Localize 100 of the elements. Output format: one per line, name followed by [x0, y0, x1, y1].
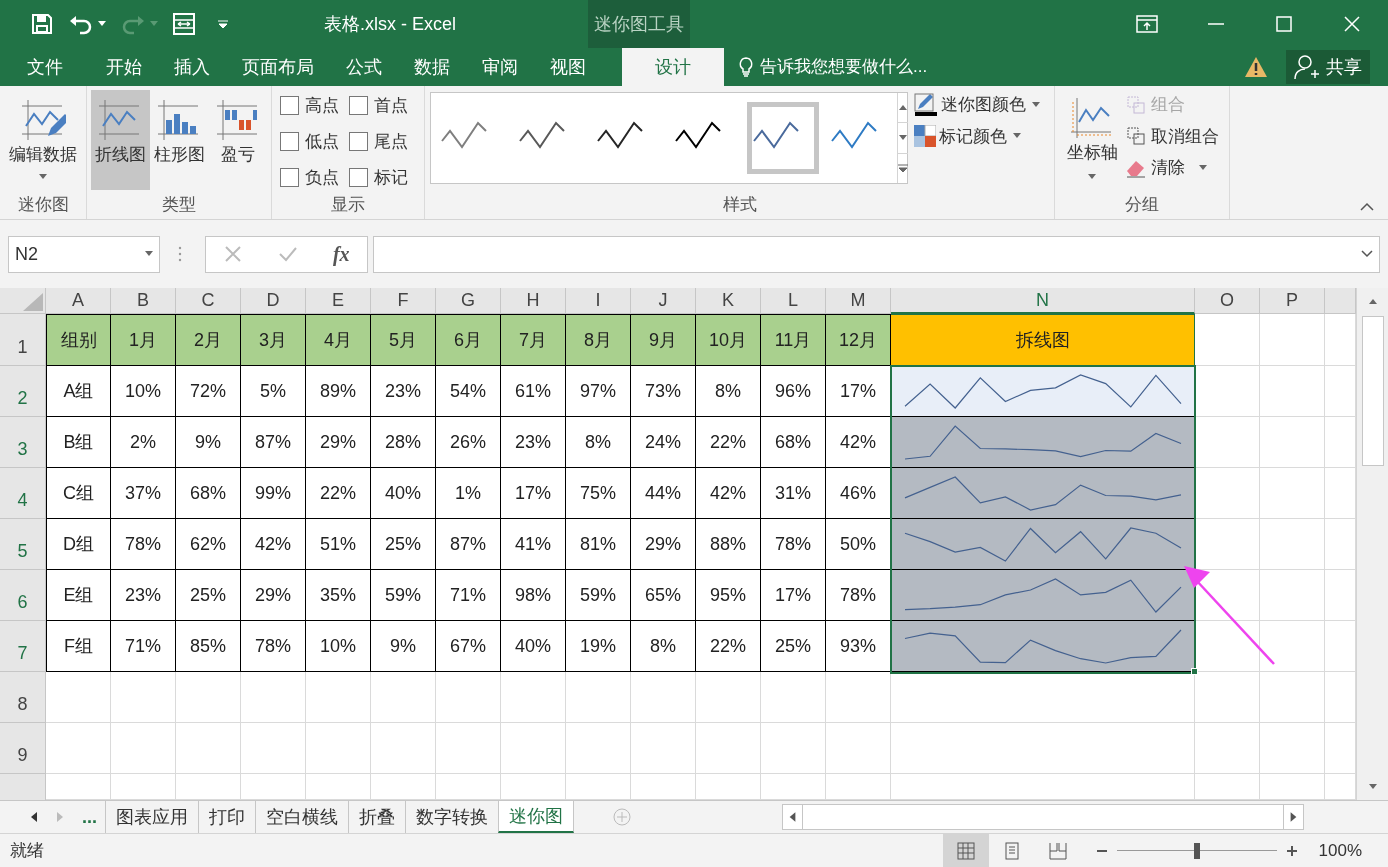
empty-cell[interactable]: [241, 672, 306, 723]
horizontal-scrollbar[interactable]: [782, 804, 1304, 830]
column-header[interactable]: G: [436, 288, 501, 314]
empty-cell[interactable]: [891, 723, 1195, 774]
empty-cell[interactable]: [1260, 417, 1325, 468]
redo-icon[interactable]: [120, 13, 146, 35]
show-checkbox[interactable]: 首点: [349, 92, 408, 119]
row-header[interactable]: 8: [0, 672, 46, 723]
empty-cell[interactable]: [891, 672, 1195, 723]
column-header[interactable]: [1325, 288, 1356, 314]
empty-cell[interactable]: [1260, 519, 1325, 570]
row-header[interactable]: 4: [0, 468, 46, 519]
column-header[interactable]: I: [566, 288, 631, 314]
column-header[interactable]: J: [631, 288, 696, 314]
scrollbar-thumb[interactable]: [1361, 316, 1384, 466]
row-header[interactable]: 2: [0, 366, 46, 417]
empty-cell[interactable]: [826, 672, 891, 723]
view-button[interactable]: [942, 834, 989, 867]
ribbon-tab[interactable]: 开始: [90, 48, 158, 86]
column-header[interactable]: O: [1195, 288, 1260, 314]
ribbon-display-icon[interactable]: [1136, 14, 1158, 34]
empty-cell[interactable]: [436, 672, 501, 723]
empty-cell[interactable]: [306, 672, 371, 723]
empty-cell[interactable]: [631, 672, 696, 723]
customize-caret-icon[interactable]: [218, 19, 228, 29]
empty-cell[interactable]: [501, 672, 566, 723]
empty-cell[interactable]: [371, 672, 436, 723]
empty-cell[interactable]: [1195, 723, 1260, 774]
ribbon-tab[interactable]: 设计: [622, 48, 724, 86]
column-header[interactable]: B: [111, 288, 176, 314]
zoom-in-icon[interactable]: [1284, 843, 1299, 858]
empty-cell[interactable]: [826, 723, 891, 774]
empty-cell[interactable]: [501, 723, 566, 774]
empty-cell[interactable]: [1260, 314, 1325, 366]
empty-cell[interactable]: [761, 672, 826, 723]
warning-icon[interactable]: [1244, 56, 1268, 78]
ribbon-tab[interactable]: 审阅: [466, 48, 534, 86]
column-header[interactable]: L: [761, 288, 826, 314]
column-header[interactable]: P: [1260, 288, 1325, 314]
tell-me-field[interactable]: 告诉我您想要做什么...: [760, 54, 1000, 80]
empty-cell[interactable]: [566, 672, 631, 723]
empty-cell[interactable]: [631, 723, 696, 774]
empty-cell[interactable]: [1260, 366, 1325, 417]
empty-cell[interactable]: [696, 723, 761, 774]
maximize-icon[interactable]: [1274, 14, 1294, 34]
ungroup-button[interactable]: 取消组合: [1125, 123, 1219, 149]
empty-cell[interactable]: [1260, 723, 1325, 774]
fill-handle[interactable]: [1191, 668, 1198, 675]
more-sheets-button[interactable]: ...: [82, 803, 97, 831]
add-sheet-icon[interactable]: [612, 807, 632, 827]
show-checkbox[interactable]: 尾点: [349, 128, 408, 155]
undo-icon[interactable]: [68, 13, 94, 35]
edit-data-button[interactable]: 编辑数据: [4, 90, 82, 191]
table-resize-icon[interactable]: [172, 12, 196, 36]
row-header[interactable]: 9: [0, 723, 46, 774]
show-checkbox[interactable]: 低点: [280, 128, 339, 155]
cancel-icon[interactable]: [223, 244, 244, 264]
zoom-slider-thumb[interactable]: [1193, 842, 1200, 859]
insert-function-button[interactable]: fx: [332, 239, 350, 269]
row-header[interactable]: 6: [0, 570, 46, 621]
sheet-tab[interactable]: 迷你图: [498, 801, 574, 833]
column-header[interactable]: F: [371, 288, 436, 314]
sparkline-type-button[interactable]: 盈亏: [208, 90, 267, 190]
empty-cell[interactable]: [1260, 468, 1325, 519]
show-checkbox[interactable]: 负点: [280, 164, 339, 191]
column-header[interactable]: K: [696, 288, 761, 314]
empty-cell[interactable]: [566, 723, 631, 774]
column-header[interactable]: M: [826, 288, 891, 314]
zoom-level-text[interactable]: 100%: [1318, 837, 1388, 864]
empty-cell[interactable]: [696, 672, 761, 723]
empty-cell[interactable]: [111, 672, 176, 723]
show-checkbox[interactable]: 标记: [349, 164, 408, 191]
formula-input[interactable]: [373, 235, 1380, 273]
row-header[interactable]: 1: [0, 314, 46, 366]
close-icon[interactable]: [1342, 14, 1362, 34]
ribbon-tab[interactable]: 公式: [330, 48, 398, 86]
row-header[interactable]: 3: [0, 417, 46, 468]
empty-cell[interactable]: [761, 723, 826, 774]
select-all-icon[interactable]: [23, 293, 43, 311]
sparkline-type-button[interactable]: 柱形图: [149, 90, 209, 190]
empty-cell[interactable]: [1260, 672, 1325, 723]
grip-icon[interactable]: [178, 246, 182, 262]
column-header[interactable]: H: [501, 288, 566, 314]
empty-cell[interactable]: [306, 723, 371, 774]
name-box[interactable]: N2: [8, 235, 160, 273]
clear-button[interactable]: 清除: [1125, 155, 1219, 181]
empty-cell[interactable]: [241, 723, 306, 774]
ribbon-tab[interactable]: 视图: [534, 48, 602, 86]
caret-icon[interactable]: [98, 21, 106, 27]
next-sheet-icon[interactable]: [56, 812, 64, 822]
column-header[interactable]: N: [891, 288, 1195, 314]
sparkline-type-button[interactable]: 折线图: [91, 90, 150, 190]
column-header[interactable]: D: [241, 288, 306, 314]
empty-cell[interactable]: [1260, 570, 1325, 621]
save-icon[interactable]: [30, 12, 54, 36]
empty-cell[interactable]: [1260, 621, 1325, 672]
column-header[interactable]: A: [46, 288, 111, 314]
row-header[interactable]: 7: [0, 621, 46, 672]
axis-button[interactable]: 坐标轴: [1059, 90, 1125, 191]
collapse-ribbon-icon[interactable]: [1360, 202, 1374, 211]
